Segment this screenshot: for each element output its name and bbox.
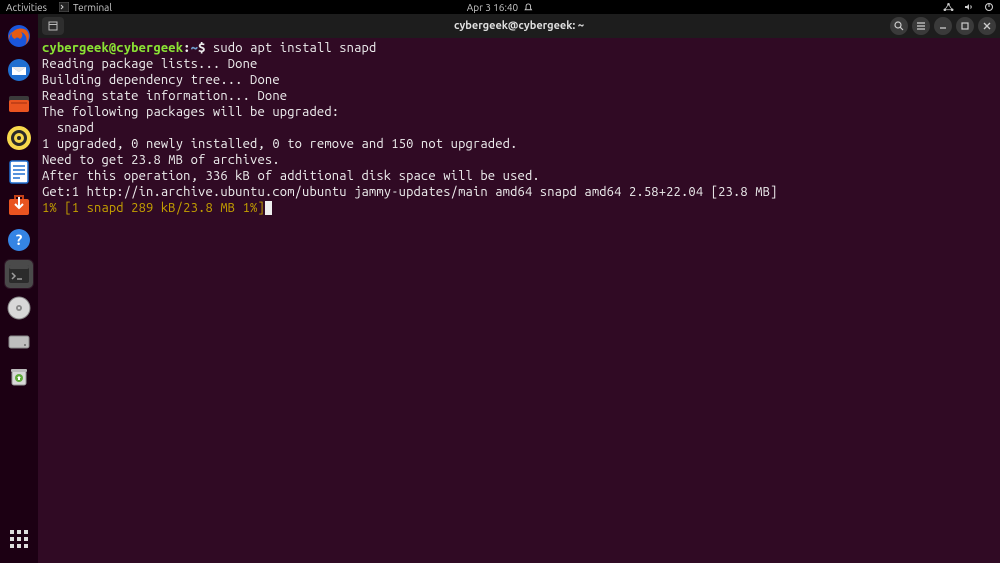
output-line: After this operation, 336 kB of addition… [42,168,996,184]
menu-button[interactable] [912,17,930,35]
output-line: Reading state information... Done [42,88,996,104]
maximize-icon [960,21,970,31]
window-title: cybergeek@cybergeek: ~ [454,20,584,32]
prompt-user: cybergeek@cybergeek [42,41,183,55]
terminal-window: cybergeek@cybergeek: ~ cybergeek@cyberge… [38,14,1000,563]
output-line: Need to get 23.8 MB of archives. [42,152,996,168]
apps-grid-icon [10,530,28,548]
topbar-app-label: Terminal [73,2,112,13]
dock-firefox[interactable] [5,22,33,50]
dock-disk[interactable] [5,294,33,322]
dock-thunderbird[interactable] [5,56,33,84]
dock: ? [0,14,38,563]
dock-terminal[interactable] [5,260,33,288]
dock-show-apps[interactable] [5,525,33,553]
output-line: Building dependency tree... Done [42,72,996,88]
output-line: 1 upgraded, 0 newly installed, 0 to remo… [42,136,996,152]
gnome-topbar: Activities Terminal Apr 3 16:40 [0,0,1000,14]
progress-line: 1% [1 snapd 289 kB/23.8 MB 1%] [42,201,265,215]
window-titlebar: cybergeek@cybergeek: ~ [38,14,1000,38]
terminal-small-icon [59,2,69,12]
dock-rhythmbox[interactable] [5,124,33,152]
dock-trash[interactable] [5,362,33,390]
dock-libreoffice-writer[interactable] [5,158,33,186]
minimize-button[interactable] [934,17,952,35]
notification-icon [524,3,533,12]
search-button[interactable] [890,17,908,35]
output-line: Get:1 http://in.archive.ubuntu.com/ubunt… [42,184,996,200]
terminal-body[interactable]: cybergeek@cybergeek:~$ sudo apt install … [38,38,1000,563]
volume-icon [964,2,974,12]
search-icon [894,21,904,31]
hamburger-icon [916,21,926,31]
dock-software[interactable] [5,192,33,220]
datetime-label: Apr 3 16:40 [467,2,518,13]
new-tab-button[interactable] [42,17,64,35]
activities-button[interactable]: Activities [6,2,47,13]
dock-drive[interactable] [5,328,33,356]
window-controls [890,17,996,35]
topbar-current-app[interactable]: Terminal [59,2,112,13]
close-button[interactable] [978,17,996,35]
close-icon [982,21,992,31]
topbar-clock[interactable]: Apr 3 16:40 [467,2,533,13]
dock-files[interactable] [5,90,33,118]
prompt-dollar: $ [198,41,213,55]
cursor [265,201,272,215]
prompt-colon: : [183,41,190,55]
maximize-button[interactable] [956,17,974,35]
output-line: Reading package lists... Done [42,56,996,72]
tab-icon [47,20,59,32]
minimize-icon [938,21,948,31]
topbar-status-area[interactable] [943,2,994,12]
svg-text:?: ? [16,231,23,248]
output-line: The following packages will be upgraded: [42,104,996,120]
topbar-left: Activities Terminal [6,2,112,13]
output-line: snapd [42,120,996,136]
dock-help[interactable]: ? [5,226,33,254]
power-icon [984,2,994,12]
command-text: sudo apt install snapd [213,41,376,55]
network-icon [943,2,954,12]
prompt-path: ~ [191,41,198,55]
